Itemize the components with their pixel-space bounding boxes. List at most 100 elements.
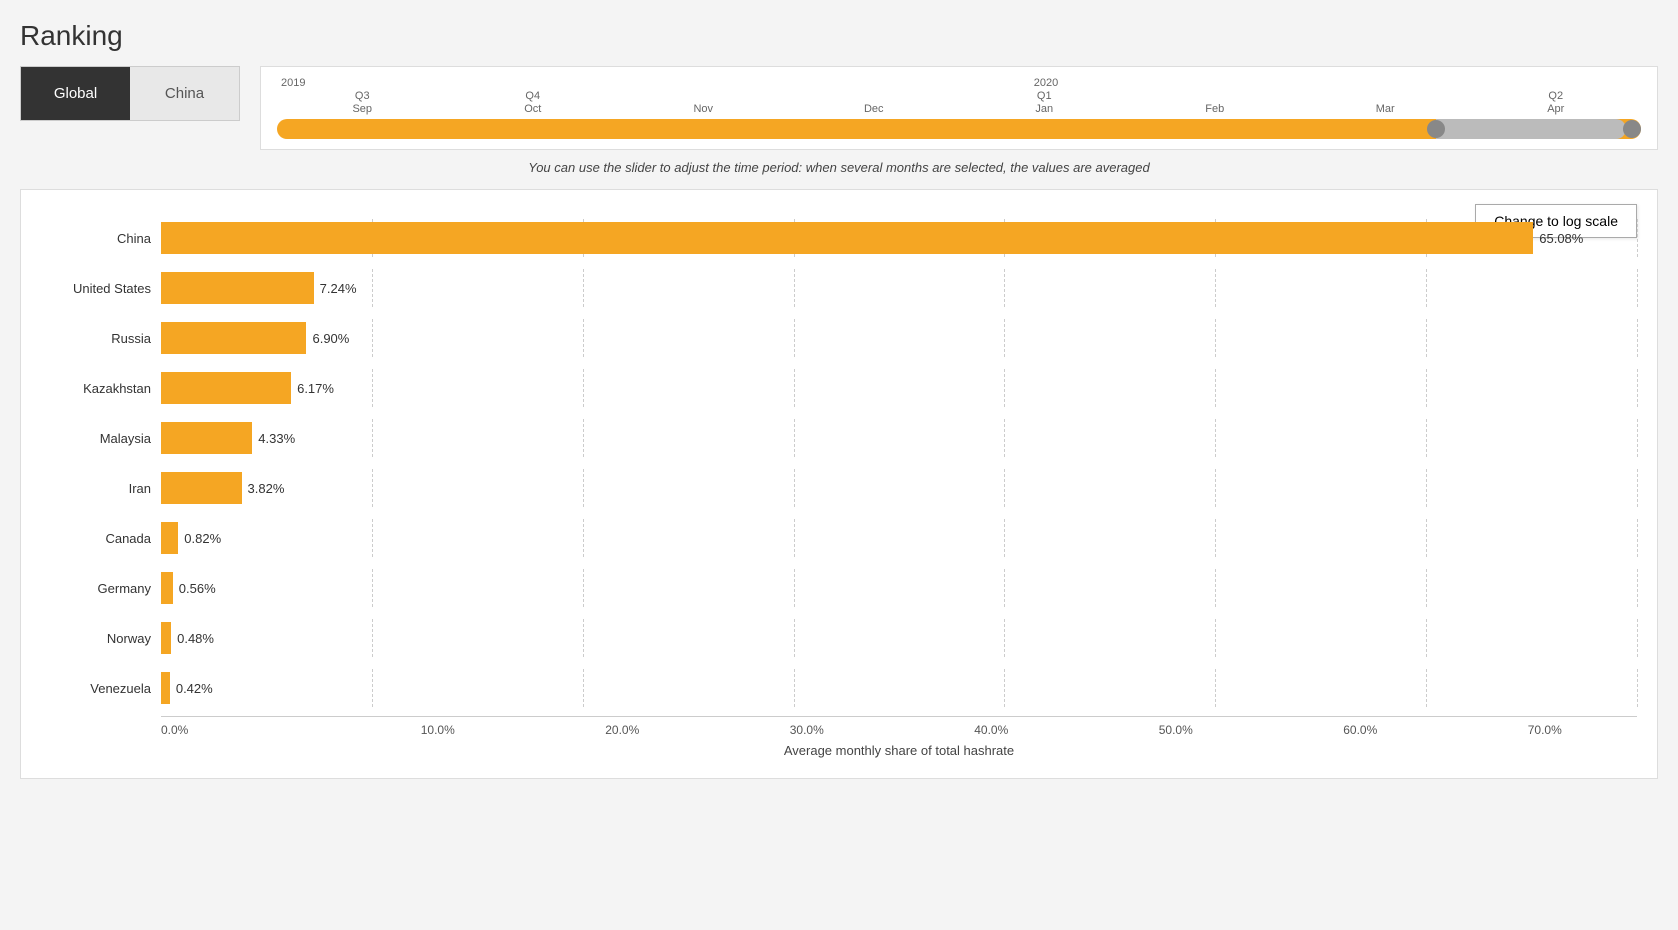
grid-line bbox=[1004, 419, 1005, 457]
month-oct: Oct bbox=[448, 103, 619, 115]
bar-outer: 0.56% bbox=[161, 572, 1637, 604]
grid-line bbox=[1637, 419, 1638, 457]
grid-line bbox=[1426, 419, 1427, 457]
bar-fill bbox=[161, 322, 306, 354]
grid-line bbox=[794, 319, 795, 357]
timeline-container: 2019 2020 Q3 Q4 Q1 Q2 Sep Oct Nov Dec Ja bbox=[260, 66, 1658, 150]
grid-line bbox=[1637, 219, 1638, 257]
bar-outer: 6.17% bbox=[161, 372, 1637, 404]
grid-line bbox=[794, 269, 795, 307]
bar-row: Canada0.82% bbox=[41, 516, 1637, 560]
x-tick: 10.0% bbox=[346, 723, 531, 737]
china-toggle-btn[interactable]: China bbox=[130, 67, 239, 120]
bar-fill bbox=[161, 522, 178, 554]
grid-line bbox=[1426, 369, 1427, 407]
bar-value: 0.42% bbox=[176, 681, 213, 696]
bar-label: Russia bbox=[41, 331, 161, 346]
bar-row: Iran 3.82% bbox=[41, 466, 1637, 510]
timeline-year-row: 2019 2020 bbox=[277, 77, 1641, 89]
bar-outer: 6.90% bbox=[161, 322, 1637, 354]
month-nov: Nov bbox=[618, 103, 789, 115]
q2-label: Q2 bbox=[1471, 90, 1642, 102]
grid-line bbox=[583, 669, 584, 707]
q1-label: Q1 bbox=[959, 90, 1130, 102]
bar-row: China 65.08% bbox=[41, 216, 1637, 260]
view-toggle: Global China bbox=[20, 66, 240, 121]
grid-line bbox=[1004, 469, 1005, 507]
grid-line bbox=[583, 369, 584, 407]
grid-line bbox=[372, 369, 373, 407]
slider-handle-right[interactable] bbox=[1623, 120, 1641, 138]
bar-label: Venezuela bbox=[41, 681, 161, 696]
x-tick: 60.0% bbox=[1268, 723, 1453, 737]
grid-line bbox=[1637, 369, 1638, 407]
grid-line bbox=[372, 519, 373, 557]
bar-outer: 7.24% bbox=[161, 272, 1637, 304]
bar-row: Venezuela 0.42% bbox=[41, 666, 1637, 710]
chart-area: Change to log scale China65.08%United St… bbox=[20, 189, 1658, 779]
grid-line bbox=[794, 519, 795, 557]
grid-line bbox=[1004, 319, 1005, 357]
q3-label: Q3 bbox=[277, 90, 448, 102]
bar-chart: China 65.08% United States7.24% Russia6.90%… bbox=[41, 216, 1637, 710]
bar-outer: 65.08% bbox=[161, 222, 1637, 254]
bar-fill bbox=[161, 372, 291, 404]
bar-value: 0.48% bbox=[177, 631, 214, 646]
bar-fill bbox=[161, 222, 1533, 254]
grid-line bbox=[1637, 319, 1638, 357]
month-apr: Apr bbox=[1471, 103, 1642, 115]
grid-line bbox=[1215, 669, 1216, 707]
grid-line bbox=[583, 469, 584, 507]
grid-line bbox=[1215, 269, 1216, 307]
bar-value: 0.56% bbox=[179, 581, 216, 596]
grid-line bbox=[583, 619, 584, 657]
timeline-quarter-row: Q3 Q4 Q1 Q2 bbox=[277, 90, 1641, 102]
x-tick: 50.0% bbox=[1084, 723, 1269, 737]
x-axis-label: Average monthly share of total hashrate bbox=[161, 743, 1637, 758]
bar-label: United States bbox=[41, 281, 161, 296]
x-tick: 0.0% bbox=[161, 723, 346, 737]
grid-line bbox=[794, 419, 795, 457]
grid-line bbox=[1215, 369, 1216, 407]
grid-line bbox=[794, 569, 795, 607]
grid-line bbox=[1215, 319, 1216, 357]
timeline-month-row: Sep Oct Nov Dec Jan Feb Mar Apr bbox=[277, 103, 1641, 115]
grid-line bbox=[1215, 519, 1216, 557]
grid-line bbox=[583, 419, 584, 457]
slider-handle-left[interactable] bbox=[1427, 120, 1445, 138]
grid-line bbox=[794, 619, 795, 657]
bar-label: China bbox=[41, 231, 161, 246]
grid-line bbox=[1637, 269, 1638, 307]
grid-line bbox=[1637, 519, 1638, 557]
bar-outer: 0.42% bbox=[161, 672, 1637, 704]
grid-line bbox=[1004, 569, 1005, 607]
grid-line bbox=[1637, 569, 1638, 607]
grid-line bbox=[1004, 519, 1005, 557]
x-tick: 40.0% bbox=[899, 723, 1084, 737]
bar-row: Malaysia4.33% bbox=[41, 416, 1637, 460]
bar-fill bbox=[161, 572, 173, 604]
global-toggle-btn[interactable]: Global bbox=[21, 67, 130, 120]
grid-line bbox=[794, 469, 795, 507]
grid-line bbox=[794, 369, 795, 407]
grid-line bbox=[1215, 569, 1216, 607]
x-axis: 0.0%10.0%20.0%30.0%40.0%50.0%60.0%70.0% bbox=[161, 716, 1637, 737]
bar-row: Germany 0.56% bbox=[41, 566, 1637, 610]
bar-label: Germany bbox=[41, 581, 161, 596]
grid-line bbox=[1426, 319, 1427, 357]
grid-line bbox=[372, 669, 373, 707]
grid-line bbox=[1637, 619, 1638, 657]
month-feb: Feb bbox=[1130, 103, 1301, 115]
grid-line bbox=[1215, 469, 1216, 507]
bar-value: 65.08% bbox=[1539, 231, 1583, 246]
year-2019: 2019 bbox=[277, 77, 451, 89]
grid-line bbox=[1004, 669, 1005, 707]
grid-line bbox=[583, 269, 584, 307]
bar-fill bbox=[161, 272, 314, 304]
grid-line bbox=[1426, 269, 1427, 307]
timeline-slider[interactable] bbox=[277, 119, 1641, 139]
bar-row: United States7.24% bbox=[41, 266, 1637, 310]
bar-label: Iran bbox=[41, 481, 161, 496]
bar-row: Kazakhstan6.17% bbox=[41, 366, 1637, 410]
bar-value: 3.82% bbox=[248, 481, 285, 496]
